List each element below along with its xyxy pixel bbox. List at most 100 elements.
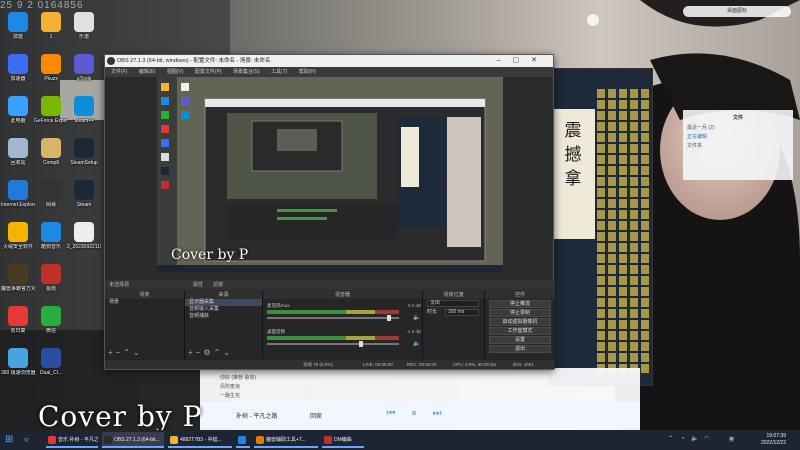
desktop-icons-pill[interactable]: 桌面图标 (683, 6, 791, 17)
taskbar-task[interactable]: DM编曲 (322, 432, 364, 448)
bitrate-status: kb/s: 4461 (513, 362, 534, 367)
sources-header: 来源 (185, 291, 262, 299)
windows-start-icon[interactable]: ⊞ (5, 435, 15, 445)
music-list-row[interactable]: 风吹麦浪 (220, 383, 240, 390)
duration-input[interactable]: 300 ms (445, 309, 479, 316)
desktop-icon[interactable]: uTools (67, 54, 101, 88)
desktop-icon[interactable]: 酷狗音乐 (34, 222, 68, 256)
menu-tools[interactable]: 工具(T) (271, 69, 287, 75)
calligraphy-char: 震 (564, 121, 582, 141)
speaker-icon[interactable]: 🔈 (413, 340, 420, 347)
menu-edit[interactable]: 编辑(E) (139, 69, 156, 75)
speaker-icon[interactable]: 🔈 (413, 314, 420, 321)
taskbar-task[interactable]: 魔兽辅助工具+T... (254, 432, 318, 448)
desktop-icon[interactable]: 向日葵 (1, 306, 35, 340)
desktop-icon[interactable]: 回收站 (1, 138, 35, 172)
input-language-indicator[interactable]: 英 (729, 436, 734, 443)
desktop-icon-label: 此电脑 (10, 118, 26, 124)
network-icon[interactable]: ◔ (679, 436, 686, 443)
scene-toolbar[interactable]: +−⌃⌄ (105, 349, 143, 357)
taskbar-clock[interactable]: 19:07:39 2022/12/22 (740, 433, 786, 447)
desktop-icon[interactable]: 360 极速浏览器X (1, 348, 35, 382)
desktop-icon[interactable]: 2_20230922110825 (67, 222, 101, 256)
desktop-icon[interactable]: Steam++ (67, 96, 101, 130)
desktop-icon[interactable]: 乐谱 (67, 12, 101, 46)
chevron-up-icon[interactable]: ⌃ (667, 436, 674, 443)
desktop-icon[interactable]: 微信 (34, 306, 68, 340)
task-app-icon (324, 436, 332, 444)
desktop-icon[interactable]: 技能 (1, 12, 35, 46)
desktop-icon[interactable]: 极限 (34, 264, 68, 298)
stop-streaming-button[interactable]: 停止推流 (489, 300, 551, 308)
window-controls[interactable]: –▢✕ (497, 55, 549, 67)
taskbar-task[interactable]: 音乐 补树 - 平凡之... (46, 432, 98, 448)
start-virtual-camera-button[interactable]: 启动虚拟摄像机 (489, 318, 551, 326)
menu-file[interactable]: 文件(F) (111, 69, 127, 75)
desktop-icon[interactable]: Pkuzx (34, 54, 68, 88)
taskbar-task[interactable]: OBS 27.1.3 (64-bit... (102, 432, 164, 448)
volume-fader-handle[interactable] (387, 315, 391, 321)
desktop-icon[interactable]: 加速器 (1, 54, 35, 88)
desktop-icon[interactable]: 1 (34, 12, 68, 46)
source-item[interactable]: 显示器采集 (185, 299, 262, 306)
taskbar-task[interactable]: 4882T7B3 - 中蛙... (168, 432, 232, 448)
controls-header: 控件 (485, 291, 555, 299)
obs-preview-canvas[interactable]: Cover by P (157, 77, 503, 272)
source-item[interactable]: 音频捕获 (185, 313, 262, 320)
chat-message-row (597, 177, 652, 186)
search-icon[interactable]: ○ (24, 435, 34, 445)
settings-button[interactable]: 设置 (489, 336, 551, 344)
desktop-icon[interactable]: 魔兽争霸官方对战平台 (1, 264, 35, 298)
obs-window[interactable]: OBS 27.1.3 (64-bit, windows) - 配置文件: 未命名… (104, 54, 555, 370)
menu-profile[interactable]: 配置文件(P) (195, 69, 222, 75)
exit-button[interactable]: 退出 (489, 345, 551, 353)
music-player-window[interactable]: 你好 (推荐 歌单) 风吹麦浪 一路生花 补树 - 平凡之路 回家 ⏮ ⏸ ⏭ (200, 368, 640, 430)
stop-recording-button[interactable]: 停止录制 (489, 309, 551, 317)
obs-menubar: 文件(F) 编辑(E) 视图(V) 配置文件(P) 场景集合(S) 工具(T) … (105, 67, 553, 77)
desktop-icon[interactable]: 火绒安全软件 (1, 222, 35, 256)
app-icon (8, 348, 28, 368)
menu-view[interactable]: 视图(V) (167, 69, 184, 75)
cat-icon[interactable] (587, 14, 599, 26)
pause-icon[interactable]: ⏸ (408, 408, 420, 420)
music-list-row[interactable]: 一路生花 (220, 392, 240, 399)
taskbar-task[interactable] (236, 432, 250, 448)
task-label: DM编曲 (334, 437, 352, 443)
volume-fader[interactable] (267, 343, 399, 345)
desktop-icon[interactable]: Dual_Cl... (34, 348, 68, 382)
source-item[interactable]: 音频输入采集 (185, 306, 262, 313)
music-list-row[interactable]: 你好 (推荐 歌单) (220, 374, 256, 381)
file-panel-row[interactable]: 正在编辑 (687, 133, 789, 142)
studio-mode-button[interactable]: 工作室模式 (489, 327, 551, 335)
file-panel[interactable]: 文件 最近一月 (2) 正在编辑 文件夹 (683, 110, 793, 180)
desktop-icon[interactable]: Comp8 (34, 138, 68, 172)
previous-icon[interactable]: ⏮ (385, 408, 397, 420)
scene-item[interactable]: 场景 (105, 299, 184, 306)
app-icon (8, 138, 28, 158)
volume-fader-handle[interactable] (359, 341, 363, 347)
desktop-icon[interactable]: 网易 (34, 180, 68, 214)
filters-button[interactable]: 滤镜 (213, 280, 223, 290)
next-icon[interactable]: ⏭ (431, 408, 443, 420)
calligraphy-char: 撼 (564, 145, 582, 165)
wifi-icon[interactable]: ◠ (703, 436, 710, 443)
menu-scene-collection[interactable]: 场景集合(S) (233, 69, 260, 75)
app-icon (74, 222, 94, 242)
properties-button[interactable]: 属性 (193, 280, 203, 290)
volume-icon[interactable]: 🔈 (691, 436, 698, 443)
sources-dock: 来源 显示器采集 音频输入采集 音频捕获 +−⚙⌃⌄ (185, 291, 263, 359)
desktop-icon[interactable]: Steam (67, 180, 101, 214)
volume-fader[interactable] (267, 317, 399, 319)
obs-titlebar[interactable]: OBS 27.1.3 (64-bit, windows) - 配置文件: 未命名… (105, 55, 553, 67)
background-chat-window[interactable]: 震 撼 拿 (548, 68, 653, 386)
source-toolbar[interactable]: +−⚙⌃⌄ (185, 349, 233, 357)
desktop-icon-label: 乐谱 (78, 34, 89, 40)
desktop-icon[interactable]: Internet Explorer (1, 180, 35, 214)
desktop-icon[interactable]: 此电脑 (1, 96, 35, 130)
transition-type-select[interactable]: 淡出 (427, 300, 479, 307)
file-panel-row[interactable]: 文件夹 (687, 142, 789, 151)
desktop-icon[interactable]: GeForce Experience (34, 96, 68, 130)
menu-help[interactable]: 帮助(H) (299, 69, 316, 75)
file-panel-row[interactable]: 最近一月 (2) (687, 124, 789, 133)
desktop-icon[interactable]: SteamSetup (67, 138, 101, 172)
